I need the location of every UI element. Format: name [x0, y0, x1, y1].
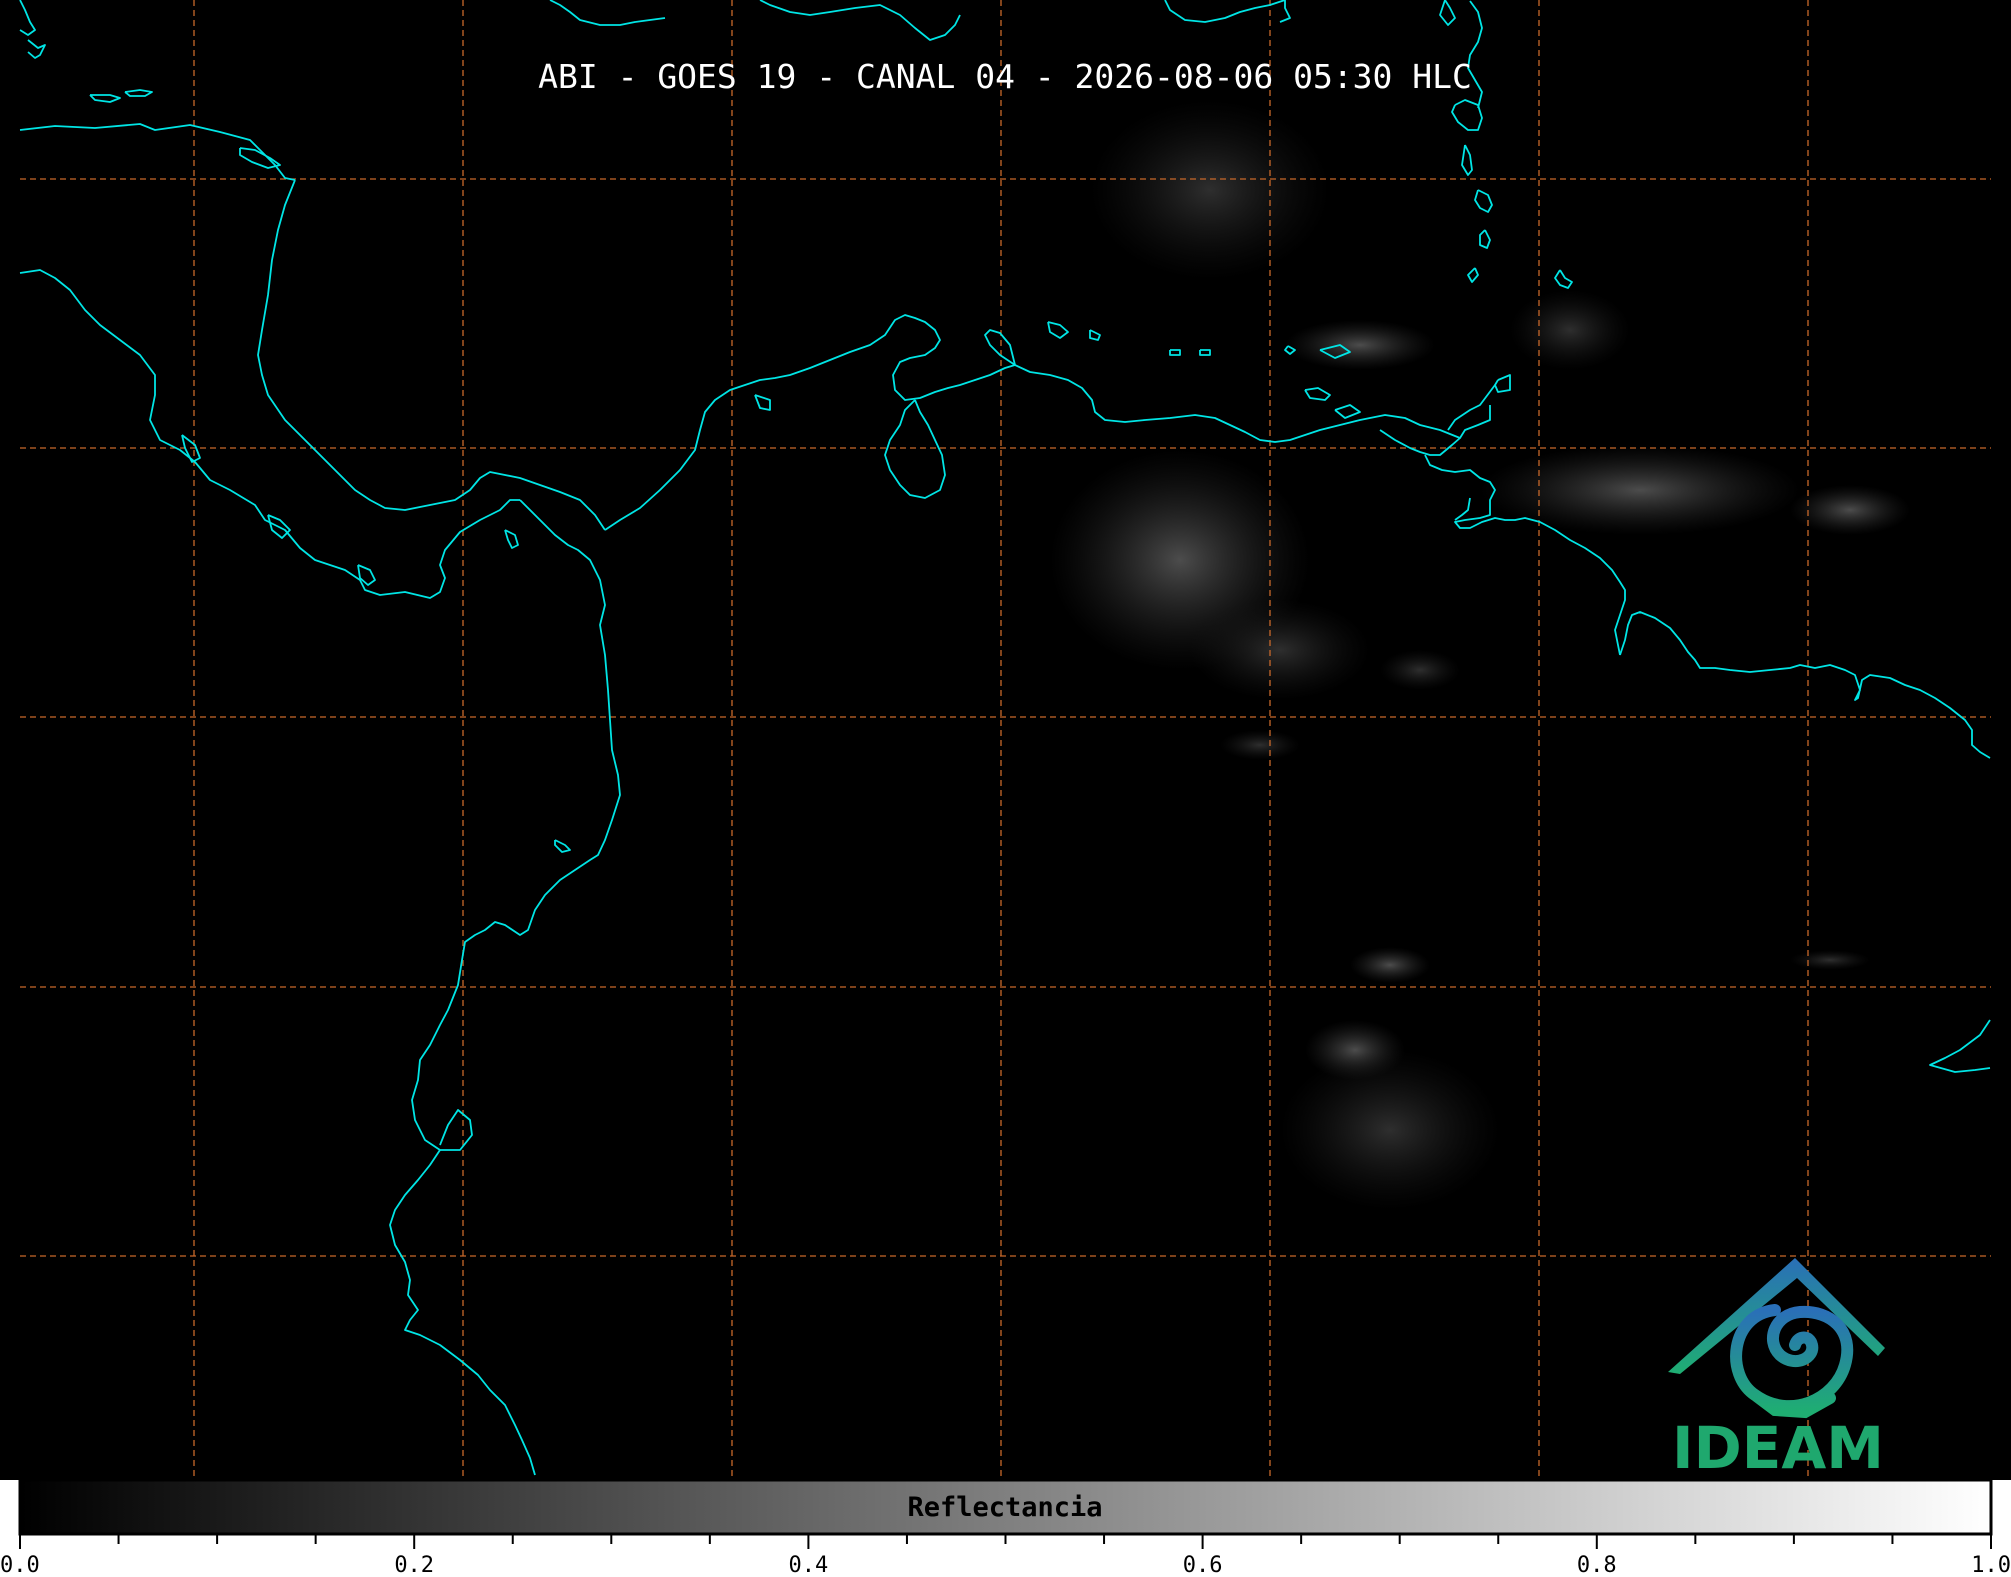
colorbar-tick-label: 0.4 [789, 1553, 829, 1577]
colorbar-tick-labels: 0.0 0.2 0.4 0.6 0.8 1.0 [0, 1553, 2011, 1577]
colorbar-tick-label: 0.0 [0, 1553, 40, 1577]
map-title: ABI - GOES 19 - CANAL 04 - 2026-08-06 05… [538, 57, 1472, 96]
satellite-map: ABI - GOES 19 - CANAL 04 - 2026-08-06 05… [0, 0, 2011, 1577]
colorbar-tick-label: 0.8 [1577, 1553, 1617, 1577]
colorbar-label: Reflectancia [907, 1492, 1102, 1523]
logo-text: IDEAM [1672, 1414, 1884, 1482]
map-background [0, 0, 2011, 1480]
colorbar-tick-label: 0.2 [394, 1553, 434, 1577]
colorbar: Reflectancia 0.0 0.2 0.4 0.6 0.8 1.0 [0, 1478, 2011, 1577]
colorbar-ticks [19, 1535, 1992, 1549]
colorbar-tick-label: 0.6 [1183, 1553, 1223, 1577]
colorbar-tick-label: 1.0 [1971, 1553, 2011, 1577]
